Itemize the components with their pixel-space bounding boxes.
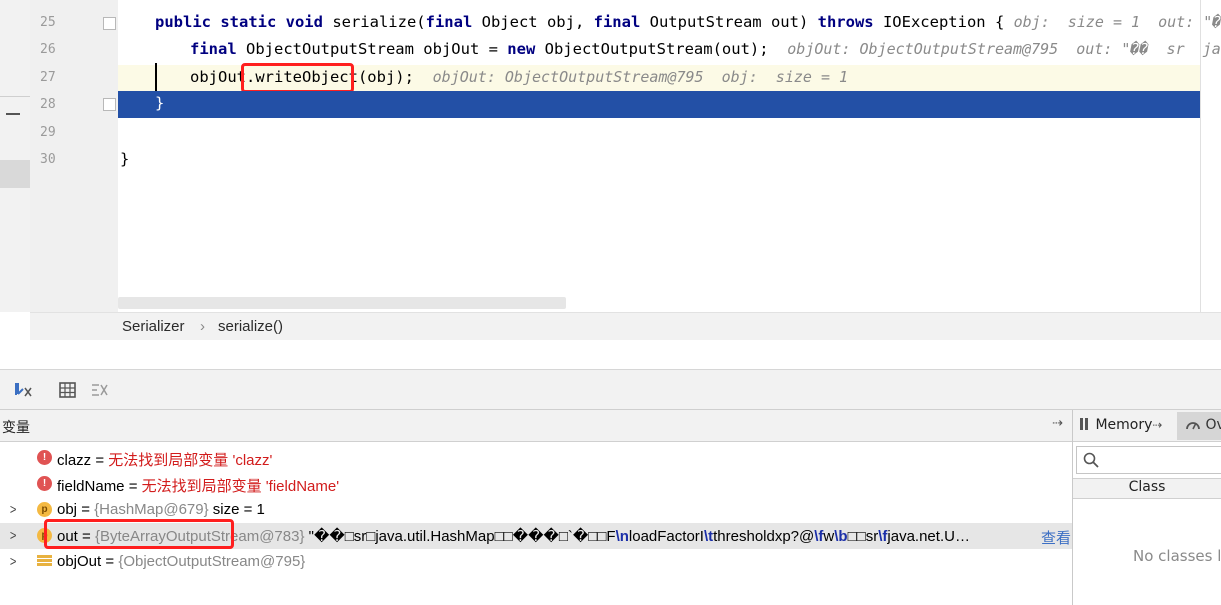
view-value-link[interactable]: 查看 [1041, 527, 1072, 548]
breadcrumb-separator: › [200, 318, 205, 335]
variable-name: clazz [57, 452, 92, 469]
panel-divider [0, 340, 1221, 370]
inline-debug-hint: objOut: ObjectOutputStream@795 out: "�� … [787, 40, 1221, 58]
line-number: 25 [40, 15, 56, 30]
expand-arrow-icon[interactable]: > [10, 501, 17, 517]
trace-icon[interactable] [90, 380, 110, 400]
local-variable-icon [37, 554, 52, 569]
divider [0, 96, 30, 97]
empty-state-text: No classes lo [1133, 547, 1221, 565]
breadcrumb: Serializer › serialize() [30, 312, 1221, 340]
pin-icon[interactable]: ⇢ [1052, 416, 1063, 431]
fold-marker-icon[interactable] [103, 98, 116, 111]
variable-row-objout[interactable]: > objOut = {ObjectOutputStream@795} [0, 549, 1072, 575]
left-tool-strip [0, 0, 30, 312]
memory-panel: Memory⇢ Ov Class No classes lo [1073, 410, 1221, 605]
tab-overhead[interactable]: Ov [1177, 412, 1221, 440]
line-number: 26 [40, 42, 56, 57]
parameter-icon: p [37, 502, 52, 517]
inline-debug-hint: objOut: ObjectOutputStream@795 obj: size… [432, 68, 849, 86]
expand-arrow-icon[interactable]: > [10, 527, 17, 543]
variable-name: obj [57, 501, 78, 518]
code-line-30[interactable]: } [118, 147, 1201, 174]
variable-row-fieldname[interactable]: ! fieldName = 无法找到局部变量 'fieldName' [0, 471, 1072, 497]
variable-value: size = 1 [208, 501, 265, 518]
memory-icon [1080, 418, 1088, 430]
memory-search-input[interactable] [1076, 446, 1221, 474]
code-line-28-execution-point[interactable]: } [118, 91, 1201, 118]
variable-name: fieldName [57, 478, 125, 495]
code-text: final ObjectOutputStream objOut = new Ob… [190, 40, 1221, 58]
tab-memory[interactable]: Memory⇢ [1079, 417, 1162, 433]
error-icon: ! [37, 450, 52, 465]
text-caret [155, 63, 157, 91]
debug-toolbar [0, 370, 1221, 410]
fold-marker-icon[interactable] [103, 17, 116, 30]
expand-arrow-icon[interactable]: > [10, 553, 17, 569]
breadcrumb-item-method[interactable]: serialize() [218, 318, 283, 335]
breadcrumb-item-class[interactable]: Serializer [122, 318, 185, 335]
annotation-highlight-box [44, 519, 234, 549]
line-number: 28 [40, 97, 56, 112]
line-number: 29 [40, 125, 56, 140]
variable-error: 无法找到局部变量 'clazz' [108, 452, 273, 469]
code-text: } [120, 150, 130, 168]
memory-tabs: Memory⇢ Ov [1073, 410, 1221, 442]
inline-debug-hint: obj: size = 1 out: "�� [1013, 13, 1221, 31]
variables-panel-header: 变量 ⇢ [0, 410, 1072, 442]
code-line-25[interactable]: public static void serialize(final Objec… [118, 10, 1221, 37]
run-to-cursor-icon[interactable] [15, 380, 35, 400]
code-text: } [155, 94, 165, 112]
annotation-highlight-box [241, 63, 354, 93]
variable-value: "��□sr□java.util.HashMap□□���□`�□□F [304, 528, 616, 545]
variable-error: 无法找到局部变量 'fieldName' [141, 478, 340, 495]
code-line-26[interactable]: final ObjectOutputStream objOut = new Ob… [118, 37, 1221, 64]
horizontal-scrollbar[interactable] [118, 297, 566, 309]
variable-type: {ObjectOutputStream@795} [118, 553, 306, 570]
gauge-icon [1186, 422, 1200, 430]
minimize-icon[interactable] [6, 113, 20, 115]
error-icon: ! [37, 476, 52, 491]
variables-panel-title: 变量 [2, 420, 30, 436]
tool-strip-highlight [0, 160, 30, 188]
class-column-header[interactable]: Class [1073, 478, 1221, 499]
evaluate-expression-icon[interactable] [58, 380, 78, 400]
code-editor[interactable]: 25 26 27 28 29 30 public static void ser… [0, 0, 1221, 312]
line-number: 27 [40, 70, 56, 85]
variables-tree[interactable]: ! clazz = 无法找到局部变量 'clazz' ! fieldName =… [0, 442, 1072, 605]
variable-name: objOut [57, 553, 102, 570]
variable-row-clazz[interactable]: ! clazz = 无法找到局部变量 'clazz' [0, 445, 1072, 471]
right-margin-guide [1200, 0, 1201, 312]
line-number: 30 [40, 152, 56, 167]
search-icon [1083, 452, 1099, 468]
variable-type: {HashMap@679} [94, 501, 209, 518]
code-text: public static void serialize(final Objec… [155, 13, 1221, 31]
pin-icon: ⇢ [1152, 418, 1163, 432]
